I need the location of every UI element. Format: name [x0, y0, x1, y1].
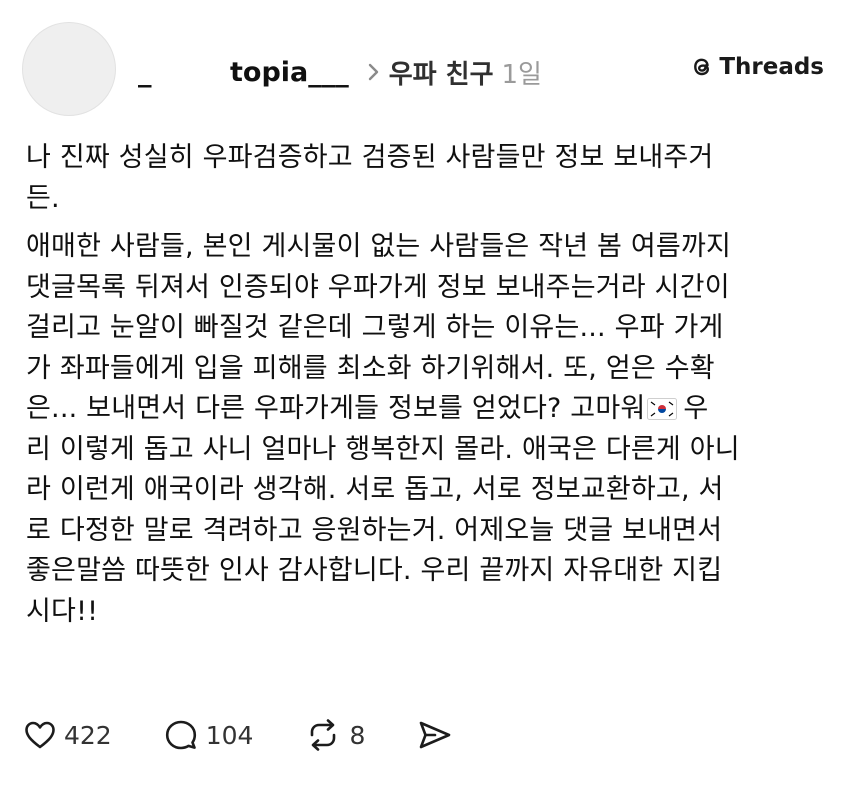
like-count: 422: [64, 720, 112, 750]
post-paragraph-3-text: 우 리 이렇게 돕고 사니 얼마나 행복한지 몰라. 애국은 다른게 아니 라 …: [26, 393, 740, 627]
post-body: 나 진짜 성실히 우파검증하고 검증된 사람들만 정보 보내주거 든. 애매한 …: [26, 138, 816, 632]
threads-post: _ topia___ 우파 친구 1일 Threads 나 진짜 성실히 우파검…: [0, 0, 850, 786]
repost-icon: [311, 719, 336, 751]
post-paragraph-2-text: 애매한 사람들, 본인 게시물이 없는 사람들은 작년 봄 여름까지 댓글목록 …: [26, 231, 732, 424]
username[interactable]: topia___: [230, 57, 349, 88]
share-button[interactable]: [417, 719, 453, 751]
send-icon: [420, 721, 451, 749]
like-button[interactable]: 422: [24, 720, 112, 750]
post-actions: 422 104 8: [24, 712, 453, 758]
avatar[interactable]: [22, 22, 116, 116]
post-age: 1일: [501, 59, 542, 90]
community-name[interactable]: 우파 친구: [389, 54, 494, 91]
display-name[interactable]: _: [138, 57, 230, 88]
post-paragraph-1: 나 진짜 성실히 우파검증하고 검증된 사람들만 정보 보내주거 든.: [26, 142, 714, 214]
threads-brand[interactable]: Threads: [689, 54, 824, 80]
comment-count: 104: [205, 720, 254, 750]
repost-count: 8: [349, 720, 366, 750]
post-paragraph-2: 애매한 사람들, 본인 게시물이 없는 사람들은 작년 봄 여름까지 댓글목록 …: [26, 227, 816, 632]
heart-icon: [25, 721, 55, 749]
south-korea-flag-icon: [647, 392, 678, 420]
threads-logo-icon: [694, 58, 710, 76]
chevron-right-icon: [363, 61, 385, 83]
threads-brand-label: Threads: [719, 54, 824, 80]
comment-button[interactable]: 104: [164, 719, 254, 751]
post-header: _ topia___ 우파 친구 1일: [138, 50, 542, 94]
repost-button[interactable]: 8: [305, 718, 365, 752]
comment-bubble-icon: [165, 720, 196, 750]
